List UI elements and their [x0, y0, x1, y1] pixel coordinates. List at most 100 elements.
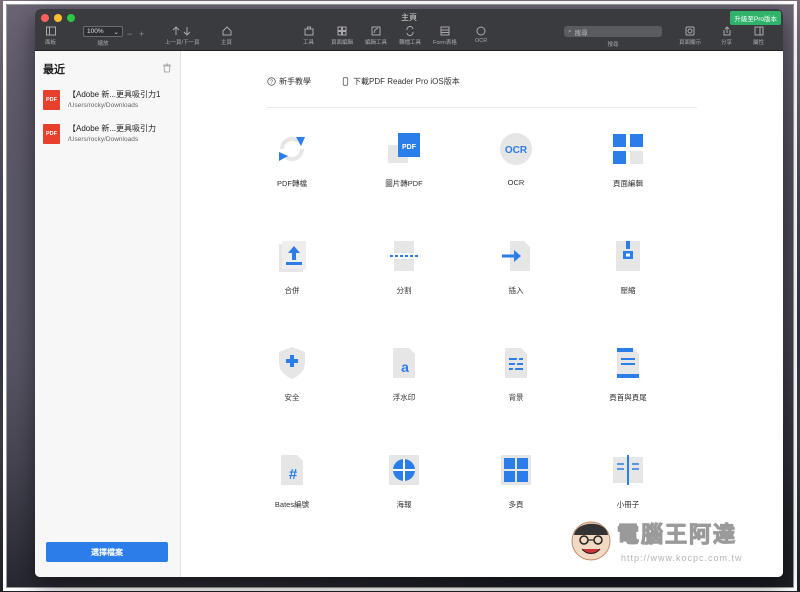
- download-ios-label: 下載PDF Reader Pro iOS版本: [353, 77, 460, 86]
- search-control: ⌕ 搜尋 搜尋: [564, 26, 662, 48]
- tutorial-link-label: 新手教學: [279, 77, 311, 86]
- background-icon: [505, 348, 527, 378]
- tool-label: 海報: [396, 500, 412, 509]
- tool-label: 安全: [284, 393, 300, 402]
- svg-text:a: a: [401, 359, 409, 375]
- zoom-control[interactable]: 100% ⌄ 縮放: [83, 26, 123, 47]
- header-footer-icon: [617, 348, 639, 378]
- page-edit-toolbar-label: 頁面編輯: [331, 40, 354, 46]
- tool-poster[interactable]: 海報: [349, 452, 459, 510]
- tool-pdf-convert[interactable]: PDF轉檔: [237, 131, 347, 189]
- insert-icon: [502, 241, 530, 271]
- page-edit-toolbar-button[interactable]: 頁面編輯: [331, 26, 353, 46]
- tool-label: PDF轉檔: [277, 179, 307, 188]
- upgrade-pro-button[interactable]: 升級至Pro版本: [730, 11, 781, 25]
- zoom-out-button[interactable]: −: [127, 29, 132, 39]
- tools-button[interactable]: 工具: [303, 26, 314, 46]
- panel-icon: [45, 26, 56, 36]
- mascot-face-logo: [571, 521, 611, 561]
- watermark-url: http://www.kocpc.com.tw: [621, 553, 743, 563]
- tool-split[interactable]: 分割: [349, 238, 459, 296]
- panel-button[interactable]: 面板: [45, 26, 56, 46]
- zoom-in-button[interactable]: +: [139, 29, 144, 39]
- search-input[interactable]: ⌕ 搜尋: [564, 26, 662, 37]
- recent-file-item[interactable]: PDF 【Adobe 新...更具吸引力1 /Users/rocky/Downl…: [35, 83, 180, 117]
- prev-next-button[interactable]: 上一頁/下一頁: [165, 26, 200, 46]
- home-button[interactable]: 主頁: [221, 26, 232, 46]
- divider: [267, 107, 697, 108]
- quick-links: ? 新手教學 下載PDF Reader Pro iOS版本: [267, 76, 460, 87]
- sidebar-title: 最近: [43, 64, 65, 76]
- ocr-toolbar-label: OCR: [475, 38, 488, 44]
- tool-merge[interactable]: 合併: [237, 238, 347, 296]
- tool-multipage[interactable]: 多頁: [461, 452, 571, 510]
- share-button[interactable]: 分享: [721, 26, 732, 46]
- tool-label: OCR: [507, 178, 525, 187]
- tool-insert[interactable]: 插入: [461, 238, 571, 296]
- window-title: 主頁: [401, 13, 417, 22]
- ocr-toolbar-button[interactable]: OCR: [475, 26, 487, 44]
- split-icon: [390, 241, 418, 271]
- poster-icon: [389, 455, 419, 485]
- merge-icon: [279, 241, 306, 272]
- edit-tools-label: 編輯工具: [365, 40, 388, 46]
- tool-background[interactable]: 背景: [461, 345, 571, 403]
- recent-file-item[interactable]: PDF 【Adobe 新...更具吸引力 /Users/rocky/Downlo…: [35, 117, 180, 151]
- recent-file-path: /Users/rocky/Downloads: [68, 102, 139, 109]
- tool-watermark[interactable]: a 浮水印: [349, 345, 459, 403]
- edit-tools-button[interactable]: 編輯工具: [365, 26, 387, 46]
- properties-icon: [754, 26, 763, 36]
- chevron-down-icon: ⌄: [113, 28, 119, 36]
- tool-label: 頁面編輯: [613, 179, 643, 188]
- download-ios-link[interactable]: 下載PDF Reader Pro iOS版本: [341, 76, 460, 87]
- ocr-icon: OCR: [500, 133, 532, 165]
- page-edit-icon: [613, 134, 643, 164]
- tool-label: 合併: [284, 286, 300, 295]
- tool-security[interactable]: 安全: [237, 345, 347, 403]
- tool-bates[interactable]: # Bates編號: [237, 452, 347, 510]
- zoom-value: 100%: [87, 28, 104, 35]
- choose-file-button[interactable]: 選擇檔案: [46, 542, 168, 562]
- tools-label: 工具: [303, 40, 315, 46]
- tool-label: 頁首與頁尾: [609, 393, 647, 402]
- tool-label: 分割: [396, 286, 412, 295]
- page-display-button[interactable]: 頁面顯示: [679, 26, 701, 46]
- pdf-file-icon: PDF: [43, 124, 60, 144]
- search-label: 搜尋: [607, 42, 619, 48]
- desktop-background: 主頁 升級至Pro版本 面板 100% ⌄ 縮放 − + 上一頁/下一頁 主頁 …: [6, 4, 794, 588]
- convert-icon: [406, 26, 414, 36]
- trash-icon[interactable]: [162, 63, 172, 76]
- ocr-toolbar-icon: [476, 26, 486, 36]
- zoom-select[interactable]: 100% ⌄: [83, 26, 123, 37]
- toolbar: 主頁 升級至Pro版本 面板 100% ⌄ 縮放 − + 上一頁/下一頁 主頁 …: [35, 9, 783, 51]
- tool-header-footer[interactable]: 頁首與頁尾: [573, 345, 683, 403]
- compress-icon: [616, 241, 640, 271]
- svg-text:OCR: OCR: [505, 145, 528, 156]
- app-window: 主頁 升級至Pro版本 面板 100% ⌄ 縮放 − + 上一頁/下一頁 主頁 …: [35, 9, 783, 577]
- recent-file-name: 【Adobe 新...更具吸引力1: [68, 90, 161, 99]
- properties-button[interactable]: 屬性: [753, 26, 764, 46]
- properties-label: 屬性: [753, 40, 765, 46]
- search-placeholder: 搜尋: [574, 29, 588, 37]
- form-button[interactable]: Form表格: [433, 26, 457, 46]
- page-display-icon: [685, 26, 695, 36]
- sidebar: 最近 PDF 【Adobe 新...更具吸引力1 /Users/rocky/Do…: [35, 51, 181, 577]
- prev-next-label: 上一頁/下一頁: [165, 40, 200, 46]
- image-to-pdf-icon: PDF: [388, 133, 420, 163]
- convert-tools-button[interactable]: 轉檔工具: [399, 26, 421, 46]
- tool-image-to-pdf[interactable]: PDF 圖片轉PDF: [349, 131, 459, 189]
- tool-page-edit[interactable]: 頁面編輯: [573, 131, 683, 189]
- help-icon: ?: [267, 77, 276, 86]
- share-icon: [723, 26, 730, 36]
- zoom-label: 縮放: [97, 41, 109, 47]
- pdf-convert-icon: [279, 137, 305, 161]
- site-watermark: 電腦王阿達 http://www.kocpc.com.tw: [569, 513, 779, 571]
- tool-label: 圖片轉PDF: [385, 179, 423, 188]
- tool-compress[interactable]: 壓縮: [573, 238, 683, 296]
- tool-ocr[interactable]: OCR OCR: [461, 131, 571, 187]
- tutorial-link[interactable]: ? 新手教學: [267, 76, 311, 87]
- bates-icon: #: [281, 455, 303, 485]
- svg-text:?: ?: [270, 80, 273, 86]
- tool-booklet[interactable]: 小冊子: [573, 452, 683, 510]
- tool-label: Bates編號: [274, 500, 310, 509]
